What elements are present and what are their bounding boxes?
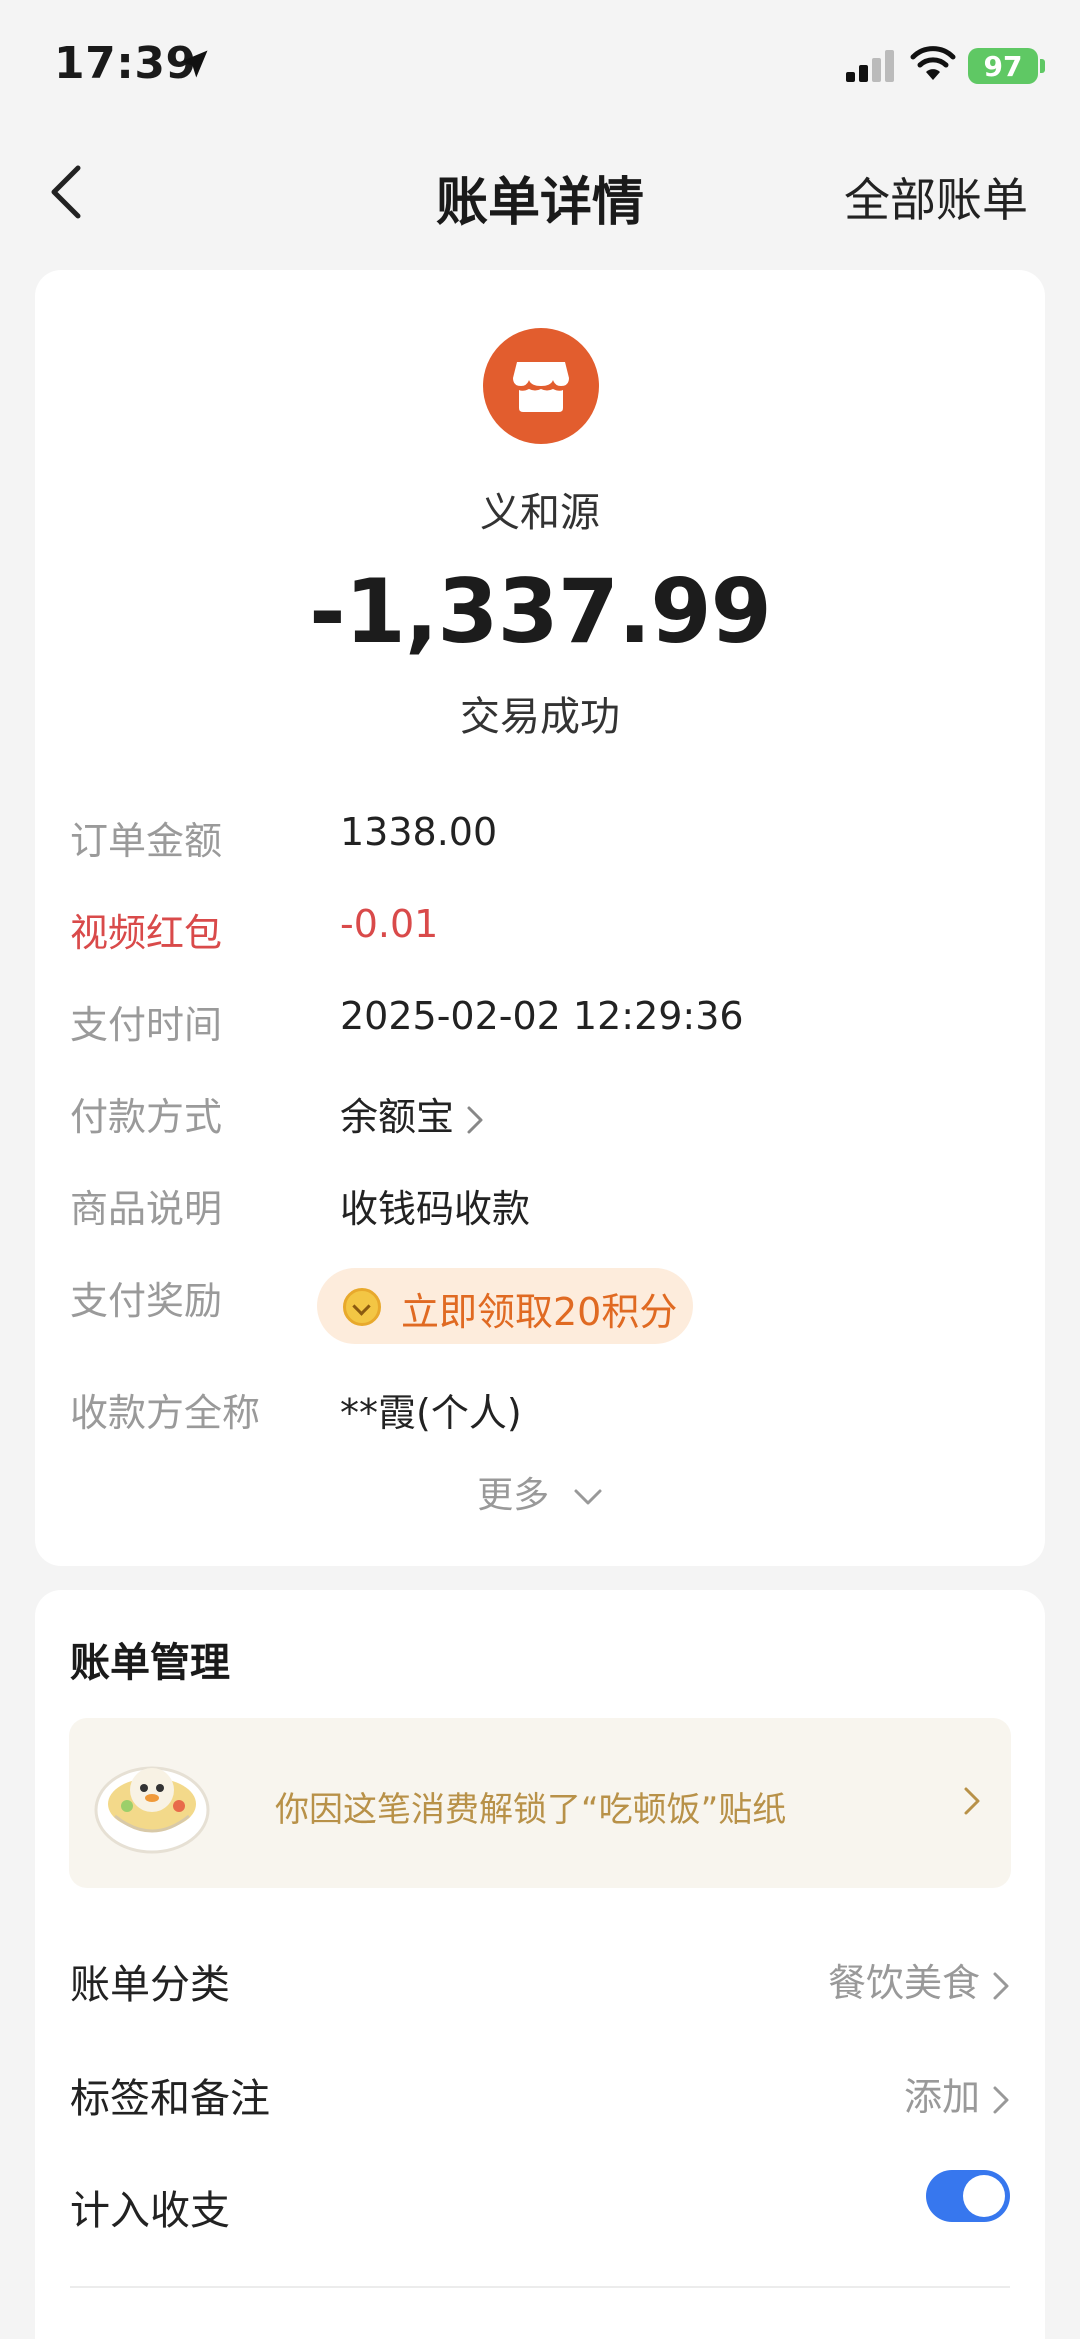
bill-category-label: 账单分类 bbox=[70, 1962, 230, 2008]
bill-management-title: 账单管理 bbox=[70, 1640, 230, 1686]
tags-notes-value: 添加 bbox=[904, 2066, 1010, 2121]
pay-method-row[interactable]: 付款方式 余额宝 bbox=[70, 1086, 1010, 1146]
sticker-unlock-text: 你因这笔消费解锁了“吃顿饭”贴纸 bbox=[275, 1790, 787, 1830]
chevron-right-icon bbox=[993, 1972, 1009, 1999]
include-in-stats-row: 计入收支 bbox=[70, 2170, 1010, 2240]
merchant-name: 义和源 bbox=[480, 490, 600, 536]
status-bar: 17:39 97 bbox=[0, 0, 1080, 132]
reward-label: 支付奖励 bbox=[70, 1279, 223, 1323]
battery-cap bbox=[1040, 59, 1045, 73]
pay-time-row: 支付时间 2025-02-02 12:29:36 bbox=[70, 994, 1010, 1054]
more-button[interactable]: 更多 bbox=[35, 1466, 1045, 1518]
chevron-right-icon bbox=[964, 1787, 980, 1815]
cellular-signal-icon bbox=[846, 50, 894, 82]
pay-method-text: 余额宝 bbox=[340, 1095, 455, 1139]
location-arrow-icon bbox=[180, 50, 208, 78]
tags-notes-label: 标签和备注 bbox=[70, 2076, 270, 2122]
divider bbox=[70, 2286, 1010, 2288]
chevron-right-icon bbox=[467, 1106, 483, 1133]
order-amount-label: 订单金额 bbox=[70, 819, 223, 863]
storefront-icon bbox=[513, 362, 569, 412]
all-bills-link[interactable]: 全部账单 bbox=[844, 164, 1028, 230]
nav-bar: 账单详情 全部账单 bbox=[0, 132, 1080, 252]
chevron-right-icon bbox=[993, 2086, 1009, 2113]
chevron-down-icon bbox=[574, 1489, 602, 1505]
transaction-amount: -1,337.99 bbox=[309, 560, 772, 663]
red-packet-row: 视频红包 -0.01 bbox=[70, 902, 1010, 962]
pay-time-label: 支付时间 bbox=[70, 1003, 223, 1047]
sticker-unlock-banner[interactable]: 你因这笔消费解锁了“吃顿饭”贴纸 bbox=[69, 1718, 1011, 1888]
include-in-stats-label: 计入收支 bbox=[70, 2188, 230, 2234]
more-label: 更多 bbox=[477, 1475, 550, 1516]
goods-value: 收钱码收款 bbox=[340, 1187, 531, 1231]
pay-method-value[interactable]: 余额宝 bbox=[340, 1086, 484, 1141]
battery-level: 97 bbox=[983, 49, 1023, 83]
merchant-avatar bbox=[483, 328, 599, 444]
payee-label: 收款方全称 bbox=[70, 1391, 261, 1435]
rice-bowl-sticker-icon bbox=[94, 1766, 210, 1854]
payee-row: 收款方全称 **霞(个人) bbox=[70, 1382, 1010, 1442]
order-amount-value: 1338.00 bbox=[340, 810, 498, 854]
goods-row: 商品说明 收钱码收款 bbox=[70, 1178, 1010, 1238]
pay-time-value: 2025-02-02 12:29:36 bbox=[340, 994, 744, 1038]
order-amount-row: 订单金额 1338.00 bbox=[70, 810, 1010, 870]
bill-category-row[interactable]: 账单分类 餐饮美食 bbox=[70, 1944, 1010, 2014]
transaction-status: 交易成功 bbox=[460, 694, 620, 740]
payee-value: **霞(个人) bbox=[340, 1391, 522, 1435]
tags-notes-row[interactable]: 标签和备注 添加 bbox=[70, 2058, 1010, 2128]
claim-points-label: 立即领取20积分 bbox=[401, 1290, 678, 1334]
bill-category-value: 餐饮美食 bbox=[828, 1952, 1010, 2007]
bill-category-text: 餐饮美食 bbox=[827, 1961, 980, 2005]
include-in-stats-toggle[interactable] bbox=[926, 2170, 1010, 2222]
transaction-card: 义和源 -1,337.99 交易成功 订单金额 1338.00 视频红包 -0.… bbox=[35, 270, 1045, 1566]
wifi-icon bbox=[910, 46, 956, 80]
red-packet-label: 视频红包 bbox=[70, 911, 223, 955]
goods-label: 商品说明 bbox=[70, 1187, 223, 1231]
battery-indicator: 97 bbox=[968, 48, 1038, 84]
pay-method-label: 付款方式 bbox=[70, 1095, 223, 1139]
bill-management-card: 账单管理 你因这笔消费解锁了“吃顿饭”贴纸 账单分类 餐饮美食 标签和备注 添加… bbox=[35, 1590, 1045, 2339]
tags-notes-text: 添加 bbox=[903, 2075, 980, 2119]
points-coin-icon bbox=[343, 1288, 381, 1326]
red-packet-value: -0.01 bbox=[340, 902, 439, 946]
claim-points-button[interactable]: 立即领取20积分 bbox=[317, 1268, 693, 1344]
